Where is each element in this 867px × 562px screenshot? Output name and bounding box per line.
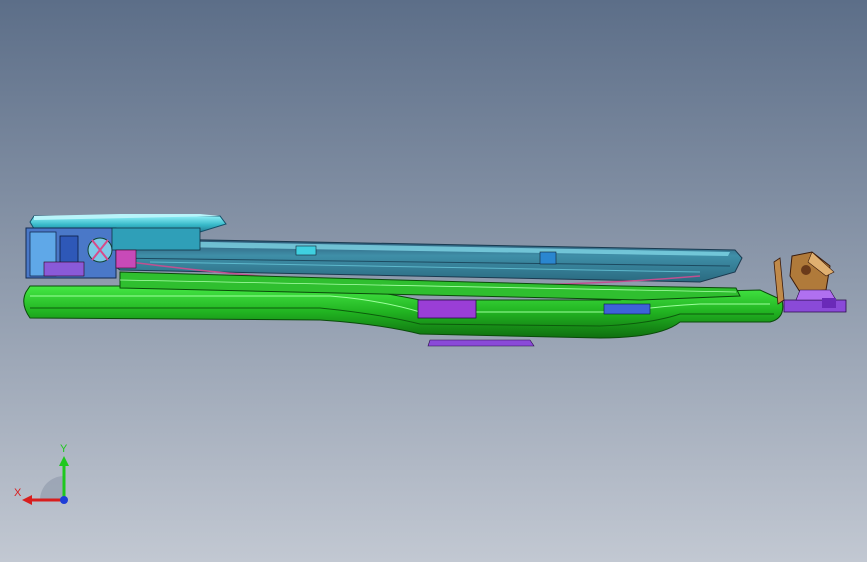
seat-assembly-model[interactable] (0, 0, 867, 562)
y-axis-label: Y (60, 443, 68, 455)
axis-triad: Y X (14, 443, 69, 505)
front-mount-plate[interactable] (783, 289, 847, 313)
3d-model-viewport[interactable]: Y X (0, 0, 867, 562)
x-axis-label: X (14, 487, 22, 499)
